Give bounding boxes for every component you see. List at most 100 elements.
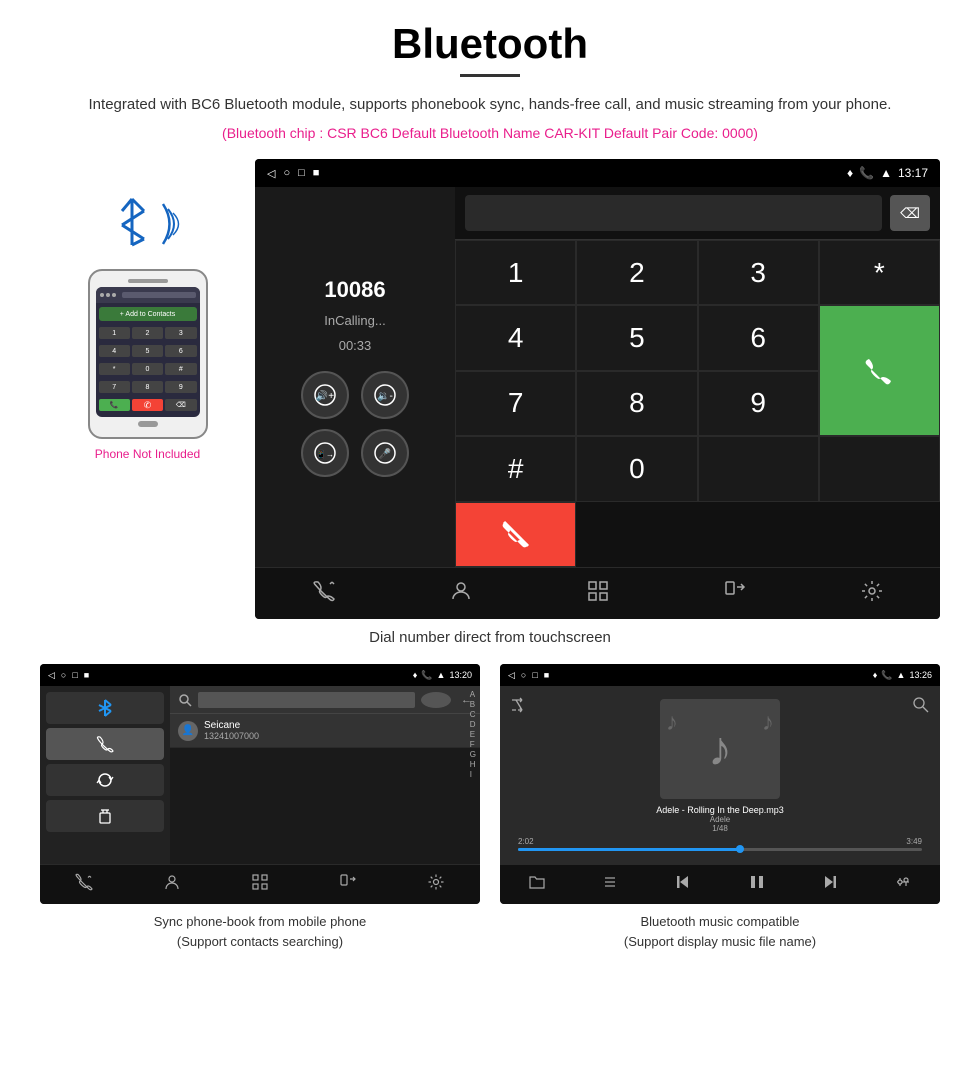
pb-nav-settings[interactable] <box>427 873 445 897</box>
dial-key-8[interactable]: 8 <box>576 371 697 436</box>
music-search-icon[interactable] <box>912 696 930 714</box>
phone-screen: + Add to Contacts 1 2 3 4 5 6 * 0 # <box>96 287 200 417</box>
phone-key-5[interactable]: 5 <box>132 345 163 357</box>
phone-add-contact[interactable]: + Add to Contacts <box>99 307 197 321</box>
caller-status: InCalling... <box>324 313 385 328</box>
dial-key-6[interactable]: 6 <box>698 305 819 370</box>
music-progress-fill <box>518 848 740 851</box>
dial-key-0[interactable]: 0 <box>576 436 697 501</box>
svg-text:🔊+: 🔊+ <box>316 389 334 402</box>
phone-key-3[interactable]: 3 <box>165 327 196 339</box>
phone-key-1[interactable]: 1 <box>99 327 130 339</box>
pb-wifi-icon: ▲ <box>437 670 446 680</box>
nav-contacts-icon[interactable] <box>449 579 473 609</box>
dial-key-7[interactable]: 7 <box>455 371 576 436</box>
music-time-row: 2:02 3:49 <box>518 837 922 846</box>
dialer-input-row: ⌫ <box>455 187 940 240</box>
nav-transfer-icon[interactable] <box>723 579 747 609</box>
phone-key-back[interactable]: ⌫ <box>165 399 196 411</box>
pb-nav-transfer[interactable] <box>339 873 357 897</box>
pb-sidebar-delete[interactable] <box>46 800 164 832</box>
dial-key-3[interactable]: 3 <box>698 240 819 305</box>
pb-contact-phone: 13241007000 <box>204 731 259 741</box>
phone-key-9[interactable]: 9 <box>165 381 196 393</box>
pb-nav-contacts[interactable] <box>163 873 181 897</box>
pb-contact-avatar: 👤 <box>178 721 198 741</box>
transfer-button[interactable]: 📱→ <box>301 429 349 477</box>
dial-key-empty <box>698 436 819 501</box>
dial-key-hash[interactable]: # <box>455 436 576 501</box>
music-caption: Bluetooth music compatible (Support disp… <box>500 912 940 951</box>
dial-key-5[interactable]: 5 <box>576 305 697 370</box>
phone-key-call[interactable]: 📞 <box>99 399 130 411</box>
phone-key-4[interactable]: 4 <box>99 345 130 357</box>
pb-nav-phone[interactable] <box>75 873 93 897</box>
music-location-icon: ♦ <box>873 670 878 680</box>
phone-key-hash[interactable]: # <box>165 363 196 375</box>
bluetooth-signal-svg <box>108 189 188 259</box>
pb-phone-icon: 📞 <box>421 670 432 681</box>
phonebook-item: ◁ ○ □ ■ ♦ 📞 ▲ 13:20 <box>40 664 480 951</box>
music-time: 13:26 <box>909 670 932 680</box>
pb-sidebar-sync[interactable] <box>46 764 164 796</box>
dial-key-star[interactable]: * <box>819 240 940 305</box>
car-status-bar: ◁ ○ □ ■ ♦ 📞 ▲ 13:17 <box>255 159 940 187</box>
page-wrapper: Bluetooth Integrated with BC6 Bluetooth … <box>0 0 980 991</box>
pb-contact-name: Seicane <box>204 720 259 731</box>
music-item: ◁ ○ □ ■ ♦ 📞 ▲ 13:26 <box>500 664 940 951</box>
music-phone-icon: 📞 <box>881 670 892 681</box>
phone-home-button[interactable] <box>138 421 158 427</box>
music-play-pause-icon[interactable] <box>748 873 766 897</box>
phone-key-2[interactable]: 2 <box>132 327 163 339</box>
music-time-total: 3:49 <box>906 837 922 846</box>
caller-timer: 00:33 <box>339 338 372 353</box>
svg-text:📱→: 📱→ <box>316 449 334 459</box>
phone-key-endcall[interactable]: ✆ <box>132 399 163 411</box>
music-artist-name: Adele <box>710 815 730 824</box>
phone-key-8[interactable]: 8 <box>132 381 163 393</box>
music-folder-icon[interactable] <box>528 873 546 897</box>
dialer-input-display[interactable] <box>465 195 882 231</box>
music-progress-dot[interactable] <box>736 845 744 853</box>
pb-back-btn: ◁ <box>48 670 55 681</box>
pb-location-icon: ♦ <box>413 670 418 680</box>
caller-panel: 10086 InCalling... 00:33 🔊+ <box>255 187 455 567</box>
pb-sidebar-bluetooth[interactable] <box>46 692 164 724</box>
nav-grid-icon[interactable] <box>586 579 610 609</box>
status-time: 13:17 <box>898 166 928 180</box>
pb-sidebar-call[interactable] <box>46 728 164 760</box>
phone-key-0[interactable]: 0 <box>132 363 163 375</box>
dial-key-9[interactable]: 9 <box>698 371 819 436</box>
mute-button[interactable]: 🎤 <box>361 429 409 477</box>
music-bottom-nav <box>500 864 940 904</box>
music-next-icon[interactable] <box>821 873 839 897</box>
phone-keypad: 1 2 3 4 5 6 * 0 # 7 8 9 📞 <box>96 325 200 417</box>
volume-up-button[interactable]: 🔊+ <box>301 371 349 419</box>
music-prev-icon[interactable] <box>674 873 692 897</box>
music-eq-icon[interactable] <box>894 873 912 897</box>
dial-key-4[interactable]: 4 <box>455 305 576 370</box>
phone-key-star[interactable]: * <box>99 363 130 375</box>
music-progress-area: 2:02 3:49 <box>508 837 932 851</box>
music-time-current: 2:02 <box>518 837 534 846</box>
caller-controls: 🔊+ 🔉- <box>301 371 409 419</box>
pb-nav-grid[interactable] <box>251 873 269 897</box>
phone-key-6[interactable]: 6 <box>165 345 196 357</box>
pb-menu-btn: ■ <box>84 670 89 681</box>
pb-contact-item[interactable]: 👤 Seicane 13241007000 <box>170 714 480 748</box>
home-icon: ○ <box>283 167 290 180</box>
music-list-icon[interactable] <box>601 873 619 897</box>
dial-key-1[interactable]: 1 <box>455 240 576 305</box>
volume-down-button[interactable]: 🔉- <box>361 371 409 419</box>
shuffle-icon[interactable] <box>510 696 528 714</box>
bottom-screenshots: ◁ ○ □ ■ ♦ 📞 ▲ 13:20 <box>40 664 940 951</box>
music-album-art: ♪ ♪ ♪ <box>660 699 780 799</box>
dial-key-endcall[interactable] <box>455 502 576 567</box>
dial-key-2[interactable]: 2 <box>576 240 697 305</box>
phone-key-7[interactable]: 7 <box>99 381 130 393</box>
music-progress-bar[interactable] <box>518 848 922 851</box>
nav-phone-icon[interactable] <box>312 579 336 609</box>
nav-settings-icon[interactable] <box>860 579 884 609</box>
dial-key-call[interactable] <box>819 305 940 436</box>
dialer-backspace-button[interactable]: ⌫ <box>890 195 930 231</box>
